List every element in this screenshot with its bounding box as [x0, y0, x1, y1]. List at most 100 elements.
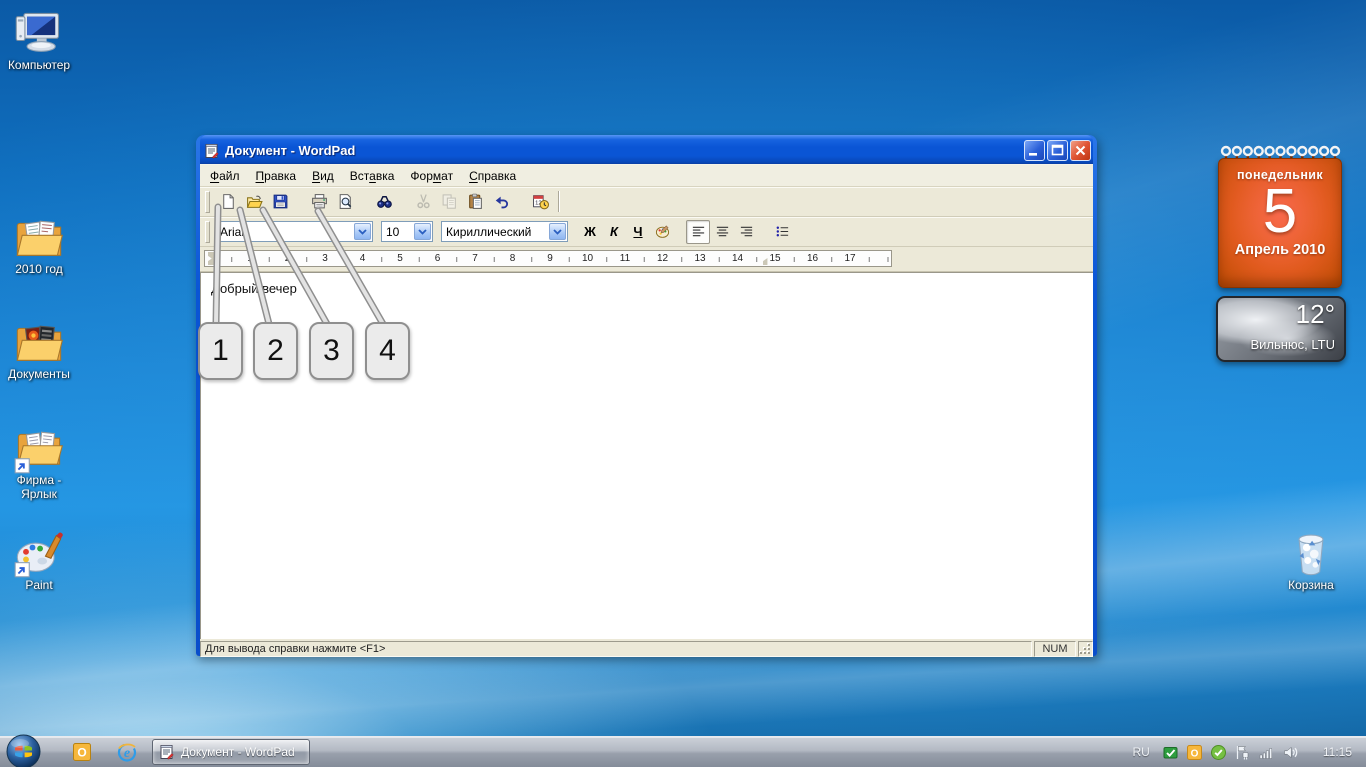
antivirus-check-icon[interactable]	[1162, 744, 1179, 761]
font-color-button[interactable]	[650, 220, 674, 244]
callout-label-4: 4	[365, 322, 410, 380]
volume-icon[interactable]	[1282, 744, 1299, 761]
outlook-tray-icon[interactable]: O	[1186, 744, 1203, 761]
maximize-button[interactable]	[1047, 140, 1068, 161]
desktop-icon-компьютер[interactable]: Компьютер	[0, 8, 78, 72]
paste-button[interactable]	[462, 189, 488, 214]
paste-icon	[467, 193, 484, 210]
recycle-bin-label: Корзина	[1272, 578, 1350, 592]
titlebar[interactable]: Документ - WordPad	[200, 135, 1093, 164]
minimize-icon	[1026, 142, 1043, 159]
menu-item-2[interactable]: Правка	[248, 166, 305, 186]
chevron-down-icon[interactable]	[354, 223, 371, 240]
toolbar-grip[interactable]	[205, 191, 210, 213]
desktop-icon-label: Paint	[0, 578, 78, 592]
calendar-body: понедельник 5 Апрель 2010	[1218, 158, 1342, 288]
power-plug-icon[interactable]	[1234, 744, 1251, 761]
align-center-button[interactable]	[710, 220, 734, 244]
first-line-indent-marker[interactable]	[208, 252, 217, 259]
desktop-icon-документы[interactable]: Документы	[0, 317, 78, 381]
datetime-button[interactable]: 12	[527, 189, 553, 214]
svg-text:O: O	[1190, 748, 1198, 759]
toolbar-grip[interactable]	[205, 221, 210, 243]
desktop-icon-paint[interactable]: Paint	[0, 528, 78, 592]
calendar-month-year: Апрель 2010	[1219, 242, 1341, 258]
desktop-icon-label: Компьютер	[0, 58, 78, 72]
wordpad-icon	[159, 744, 175, 760]
font-size-value: 10	[382, 225, 413, 239]
new-document-button[interactable]	[215, 189, 241, 214]
font-family-value: Arial	[216, 225, 353, 239]
script-select[interactable]: Кириллический	[441, 221, 568, 242]
print-preview-button[interactable]	[332, 189, 358, 214]
font-size-select[interactable]: 10	[381, 221, 433, 242]
align-right-button[interactable]	[734, 220, 758, 244]
minimize-button[interactable]	[1024, 140, 1045, 161]
network-signal-icon[interactable]	[1258, 744, 1275, 761]
menu-item-5[interactable]: Формат	[402, 166, 461, 186]
maximize-icon	[1049, 142, 1066, 159]
bullets-icon	[775, 224, 790, 239]
folder-documents-icon	[13, 212, 65, 260]
status-bar: Для вывода справки нажмите <F1> NUM	[200, 639, 1093, 657]
menu-item-6[interactable]: Справка	[461, 166, 524, 186]
underline-button[interactable]: Ч	[626, 220, 650, 244]
windows-start-icon	[6, 734, 41, 767]
align-left-button[interactable]	[686, 220, 710, 244]
recycle-bin-icon	[1285, 528, 1337, 576]
taskbar-button-wordpad[interactable]: Документ - WordPad	[152, 739, 310, 765]
undo-icon	[493, 193, 510, 210]
start-button[interactable]	[6, 734, 41, 767]
ruler-number: 15	[767, 251, 782, 266]
undo-button[interactable]	[488, 189, 514, 214]
desktop-icon-фирма-ярлык[interactable]: Фирма - Ярлык	[0, 423, 78, 501]
save-button[interactable]	[267, 189, 293, 214]
datetime-icon: 12	[532, 193, 549, 210]
cut-button	[410, 189, 436, 214]
outlook-icon[interactable]: O	[72, 742, 92, 762]
ruler-number: 10	[580, 251, 595, 266]
recycle-bin[interactable]: Корзина	[1272, 528, 1350, 592]
font-family-select[interactable]: Arial	[215, 221, 373, 242]
desktop-icon-2010-год[interactable]: 2010 год	[0, 212, 78, 276]
left-indent-marker[interactable]	[208, 258, 217, 265]
chevron-down-icon[interactable]	[549, 223, 566, 240]
menu-bar: ФайлПравкаВидВставкаФорматСправка	[200, 165, 1093, 187]
chevron-down-icon[interactable]	[414, 223, 431, 240]
close-icon	[1072, 142, 1089, 159]
status-ok-icon[interactable]	[1210, 744, 1227, 761]
paint-shortcut-icon	[13, 528, 65, 576]
taskbar-clock[interactable]: 11:15	[1307, 745, 1362, 759]
taskbar-button-label: Документ - WordPad	[181, 745, 295, 759]
find-button[interactable]	[371, 189, 397, 214]
italic-button[interactable]: К	[602, 220, 626, 244]
ruler-number: 4	[358, 251, 368, 266]
bullets-button[interactable]	[770, 220, 794, 244]
bold-button[interactable]: Ж	[578, 220, 602, 244]
palette-icon	[655, 224, 670, 239]
weather-gadget[interactable]: 12° Вильнюс, LTU	[1216, 296, 1346, 362]
ruler-number: 1	[245, 251, 255, 266]
menu-item-1[interactable]: Файл	[202, 166, 248, 186]
close-button[interactable]	[1070, 140, 1091, 161]
desktop-icon-label: Фирма - Ярлык	[0, 473, 78, 501]
language-indicator[interactable]: RU	[1129, 745, 1154, 759]
align-right-icon	[739, 224, 754, 239]
resize-grip[interactable]	[1078, 641, 1093, 657]
ruler-number: 13	[692, 251, 707, 266]
ruler-number: 5	[395, 251, 405, 266]
align-center-icon	[715, 224, 730, 239]
ruler-number: 2	[283, 251, 293, 266]
new-document-icon	[220, 193, 237, 210]
window-title: Документ - WordPad	[225, 143, 1022, 158]
ruler-number: 8	[508, 251, 518, 266]
calendar-gadget[interactable]: понедельник 5 Апрель 2010	[1218, 144, 1342, 288]
system-tray: RU O 11:15	[1129, 737, 1362, 767]
open-button[interactable]	[241, 189, 267, 214]
standard-toolbar: 12	[200, 187, 1093, 217]
print-button[interactable]	[306, 189, 332, 214]
ruler-number: 3	[320, 251, 330, 266]
menu-item-4[interactable]: Вставка	[342, 166, 403, 186]
internet-explorer-icon[interactable]: e	[116, 741, 138, 763]
menu-item-3[interactable]: Вид	[304, 166, 342, 186]
